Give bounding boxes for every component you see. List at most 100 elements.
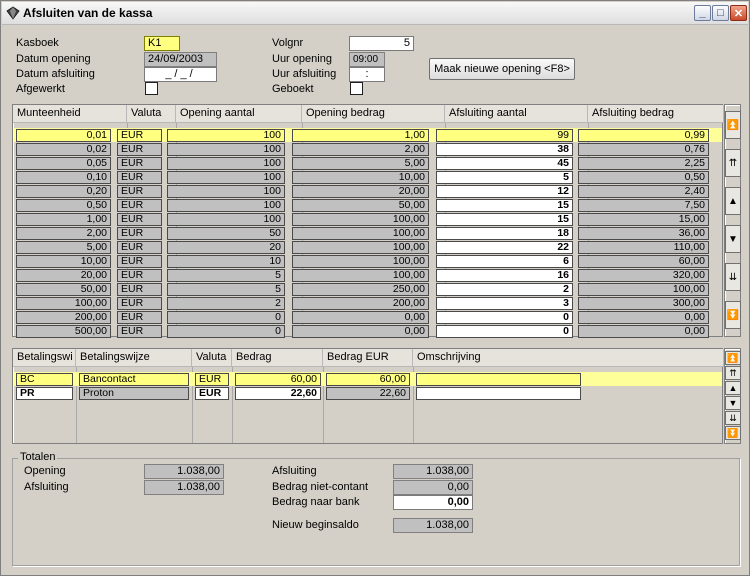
cell-afsluiting-aantal[interactable]: 15 <box>436 213 573 226</box>
uur-afsluiting-input[interactable]: : <box>349 67 385 82</box>
table-row[interactable]: 0,50 EUR 100 50,00 15 7,50 <box>13 199 724 213</box>
kasboek-input[interactable]: K1 <box>144 36 180 51</box>
header-valuta[interactable]: Valuta <box>127 105 176 123</box>
cell-bedrag[interactable]: 60,00 <box>235 373 321 386</box>
cell-afsluiting-aantal[interactable]: 3 <box>436 297 573 310</box>
minimize-button[interactable]: _ <box>694 5 711 21</box>
header-betalingswijze[interactable]: Betalingswijze <box>76 349 192 367</box>
table-row[interactable]: 50,00 EUR 5 250,00 2 100,00 <box>13 283 724 297</box>
payments-nav-button[interactable]: ⏫ <box>725 351 741 365</box>
header-afsluiting-bedrag[interactable]: Afsluiting bedrag <box>588 105 724 123</box>
cell-opening-bedrag: 250,00 <box>292 283 429 296</box>
cell-valuta: EUR <box>117 171 162 184</box>
cell-valuta: EUR <box>117 199 162 212</box>
cell-valuta[interactable]: EUR <box>195 387 229 400</box>
header-opening-bedrag[interactable]: Opening bedrag <box>302 105 445 123</box>
payments-nav-button[interactable]: ▲ <box>725 381 741 395</box>
totals-opening-field: 1.038,00 <box>144 464 224 479</box>
table-row[interactable]: 0,02 EUR 100 2,00 38 0,76 <box>13 143 724 157</box>
coins-nav-button[interactable]: ⇈ <box>725 149 741 177</box>
cell-opening-aantal: 10 <box>167 255 285 268</box>
table-row[interactable]: PR Proton EUR 22,60 22,60 <box>13 387 724 401</box>
header-omschrijving[interactable]: Omschrijving <box>413 349 724 367</box>
header-betalingswi[interactable]: Betalingswi <box>13 349 76 367</box>
cell-afsluiting-aantal[interactable]: 6 <box>436 255 573 268</box>
coins-nav-button[interactable]: ▲ <box>725 187 741 215</box>
table-row[interactable]: 20,00 EUR 5 100,00 16 320,00 <box>13 269 724 283</box>
page-down-icon: ⇊ <box>728 271 738 283</box>
uur-opening-field: 09:00 <box>349 52 385 67</box>
table-row[interactable]: 10,00 EUR 10 100,00 6 60,00 <box>13 255 724 269</box>
cell-afsluiting-aantal[interactable]: 38 <box>436 143 573 156</box>
title-bar[interactable]: Afsluiten van de kassa _ □ ✕ <box>2 2 748 25</box>
cell-betalingswi[interactable]: BC <box>16 373 73 386</box>
cell-valuta: EUR <box>117 213 162 226</box>
window-title: Afsluiten van de kassa <box>23 6 153 20</box>
cell-bedrag-eur: 22,60 <box>326 387 410 400</box>
table-row[interactable]: 2,00 EUR 50 100,00 18 36,00 <box>13 227 724 241</box>
cell-valuta[interactable]: EUR <box>195 373 229 386</box>
cell-valuta: EUR <box>117 185 162 198</box>
coins-nav-button[interactable]: ⏬ <box>725 301 741 329</box>
cell-afsluiting-bedrag: 100,00 <box>578 283 709 296</box>
header-bedrag[interactable]: Bedrag <box>232 349 323 367</box>
header-valuta[interactable]: Valuta <box>192 349 232 367</box>
table-row[interactable]: 200,00 EUR 0 0,00 0 0,00 <box>13 311 724 325</box>
cell-afsluiting-bedrag: 300,00 <box>578 297 709 310</box>
payments-nav-button[interactable]: ⇊ <box>725 411 741 425</box>
cell-opening-bedrag: 200,00 <box>292 297 429 310</box>
geboekt-checkbox[interactable] <box>350 82 363 95</box>
page-down-icon: ⇊ <box>729 412 737 423</box>
maximize-button[interactable]: □ <box>712 5 729 21</box>
naar-bank-input[interactable]: 0,00 <box>393 495 473 510</box>
table-row[interactable]: 500,00 EUR 0 0,00 0 0,00 <box>13 325 724 339</box>
cell-afsluiting-aantal[interactable]: 99 <box>436 129 573 142</box>
cell-opening-bedrag: 0,00 <box>292 311 429 324</box>
cell-betalingswi[interactable]: PR <box>16 387 73 400</box>
cell-afsluiting-aantal[interactable]: 45 <box>436 157 573 170</box>
header-opening-aantal[interactable]: Opening aantal <box>176 105 302 123</box>
cell-afsluiting-aantal[interactable]: 22 <box>436 241 573 254</box>
table-row[interactable]: 1,00 EUR 100 100,00 15 15,00 <box>13 213 724 227</box>
nieuw-beginsaldo-label: Nieuw beginsaldo <box>272 519 359 531</box>
cell-bedrag[interactable]: 22,60 <box>235 387 321 400</box>
cell-munteenheid: 200,00 <box>16 311 111 324</box>
close-button[interactable]: ✕ <box>730 5 747 21</box>
coins-nav-button[interactable]: ▼ <box>725 225 741 253</box>
cell-afsluiting-aantal[interactable]: 18 <box>436 227 573 240</box>
table-row[interactable]: BC Bancontact EUR 60,00 60,00 <box>13 373 724 387</box>
cell-afsluiting-aantal[interactable]: 16 <box>436 269 573 282</box>
cell-afsluiting-aantal[interactable]: 12 <box>436 185 573 198</box>
payments-nav-button[interactable]: ⏬ <box>725 426 741 440</box>
table-row[interactable]: 100,00 EUR 2 200,00 3 300,00 <box>13 297 724 311</box>
cell-afsluiting-aantal[interactable]: 0 <box>436 311 573 324</box>
cell-opening-bedrag: 20,00 <box>292 185 429 198</box>
header-afsluiting-aantal[interactable]: Afsluiting aantal <box>445 105 588 123</box>
table-row[interactable]: 5,00 EUR 20 100,00 22 110,00 <box>13 241 724 255</box>
cell-munteenheid: 50,00 <box>16 283 111 296</box>
header-munteenheid[interactable]: Munteenheid <box>13 105 127 123</box>
payments-nav-button[interactable]: ▼ <box>725 396 741 410</box>
afgewerkt-checkbox[interactable] <box>145 82 158 95</box>
cell-afsluiting-aantal[interactable]: 15 <box>436 199 573 212</box>
table-row[interactable]: 0,05 EUR 100 5,00 45 2,25 <box>13 157 724 171</box>
new-opening-button[interactable]: Maak nieuwe opening <F8> <box>429 58 575 80</box>
table-row[interactable]: 0,10 EUR 100 10,00 5 0,50 <box>13 171 724 185</box>
table-row[interactable]: 0,20 EUR 100 20,00 12 2,40 <box>13 185 724 199</box>
cell-afsluiting-aantal[interactable]: 2 <box>436 283 573 296</box>
payments-nav-button[interactable]: ⇈ <box>725 366 741 380</box>
cell-afsluiting-aantal[interactable]: 5 <box>436 171 573 184</box>
cell-valuta: EUR <box>117 269 162 282</box>
coins-nav-button[interactable]: ⏫ <box>725 111 741 139</box>
cell-munteenheid: 0,10 <box>16 171 111 184</box>
table-row[interactable]: 0,01 EUR 100 1,00 99 0,99 <box>13 129 724 143</box>
cell-omschrijving[interactable] <box>416 387 581 400</box>
cell-afsluiting-aantal[interactable]: 0 <box>436 325 573 338</box>
coins-nav-bar: ⏫ ⇈ ▲ ▼ ⇊ ⏬ <box>724 104 741 337</box>
header-bedrag-eur[interactable]: Bedrag EUR <box>323 349 413 367</box>
datum-afsluiting-input[interactable]: _/_/ <box>144 67 217 82</box>
totals-group <box>12 458 740 566</box>
cell-omschrijving[interactable] <box>416 373 581 386</box>
coins-nav-button[interactable]: ⇊ <box>725 263 741 291</box>
volgnr-input[interactable]: 5 <box>349 36 414 51</box>
